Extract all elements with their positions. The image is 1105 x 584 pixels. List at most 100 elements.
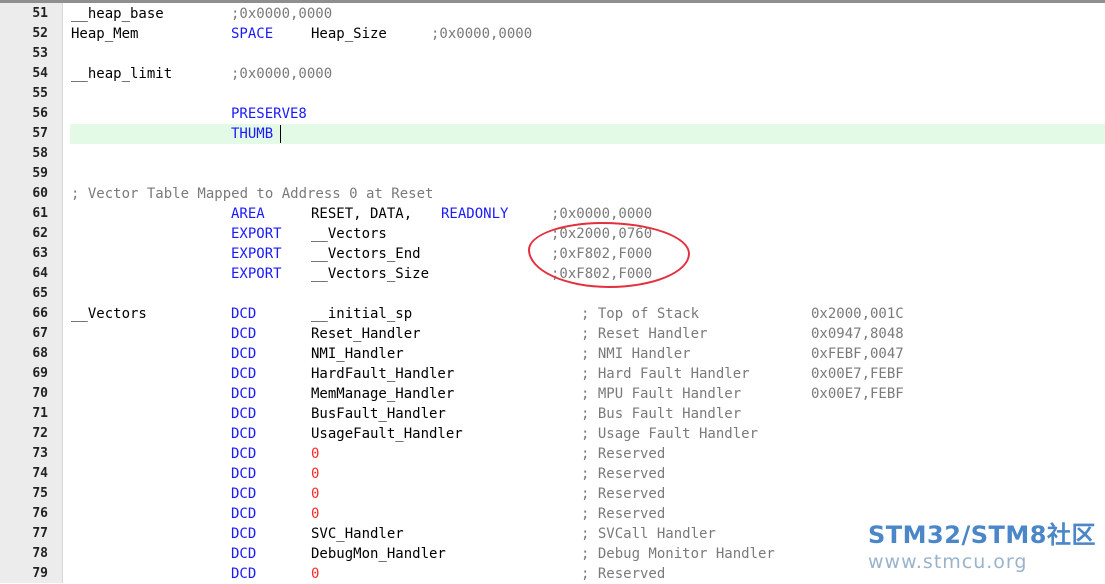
code-keyword: AREA <box>231 206 265 222</box>
code-identifier: SVC_Handler <box>311 526 404 542</box>
code-line[interactable]: 51 __heap_base ;0x0000,0000 <box>0 4 1105 24</box>
line-number: 67 <box>32 326 48 341</box>
code-line[interactable]: 64 EXPORT __Vectors_Size ;0xF802,F000 <box>0 264 1105 284</box>
line-number: 68 <box>32 346 48 361</box>
code-keyword: DCD <box>231 366 257 382</box>
code-line[interactable]: 73 DCD 0 ; Reserved <box>0 444 1105 464</box>
code-keyword: DCD <box>231 546 257 562</box>
code-line[interactable]: 58 <box>0 144 1105 164</box>
code-identifier: DebugMon_Handler <box>311 546 446 562</box>
line-number: 52 <box>32 26 48 41</box>
code-line[interactable]: 52 Heap_Mem SPACE Heap_Size ;0x0000,0000 <box>0 24 1105 44</box>
code-identifier: __heap_limit <box>71 66 173 82</box>
code-line[interactable]: 66 __Vectors DCD __initial_sp ; Top of Stack… <box>0 304 1105 324</box>
code-comment: ;0xF802,F000 <box>551 246 653 262</box>
code-keyword: EXPORT <box>231 266 282 282</box>
line-number: 59 <box>32 166 48 181</box>
code-keyword: DCD <box>231 526 257 542</box>
code-line[interactable]: 65 <box>0 284 1105 304</box>
code-line[interactable]: 69 DCD HardFault_Handler ; Hard Fault Handl… <box>0 364 1105 384</box>
code-comment: ;0x0000,0000 <box>231 66 333 82</box>
code-line[interactable]: 70 DCD MemManage_Handler ; MPU Fault Handle… <box>0 384 1105 404</box>
line-number: 61 <box>32 206 48 221</box>
code-editor[interactable]: 51 __heap_base ;0x0000,0000 52 Heap_Mem SPACE… <box>0 3 1105 583</box>
line-number: 70 <box>32 386 48 401</box>
code-identifier: RESET, DATA, <box>311 206 413 222</box>
code-number: 0 <box>311 566 320 582</box>
code-identifier: __Vectors <box>71 306 147 322</box>
code-identifier: MemManage_Handler <box>311 386 455 402</box>
line-number: 51 <box>32 6 48 21</box>
code-identifier: __Vectors <box>311 226 387 242</box>
code-identifier: BusFault_Handler <box>311 406 446 422</box>
code-comment: ; Debug Monitor Handler <box>581 546 775 562</box>
code-comment: 0x00E7,FEBF <box>811 386 904 402</box>
line-number: 56 <box>32 106 48 121</box>
code-identifier: __Vectors_Size <box>311 266 430 282</box>
code-line[interactable]: 67 DCD Reset_Handler ; Reset Handler 0x0947,… <box>0 324 1105 344</box>
code-keyword: DCD <box>231 466 257 482</box>
code-keyword: DCD <box>231 566 257 582</box>
code-line[interactable]: 62 EXPORT __Vectors ;0x2000,0760 <box>0 224 1105 244</box>
code-keyword: DCD <box>231 506 257 522</box>
code-keyword: DCD <box>231 386 257 402</box>
code-identifier: Heap_Mem <box>71 26 139 42</box>
code-keyword: PRESERVE8 <box>231 106 307 122</box>
line-number: 71 <box>32 406 48 421</box>
line-number: 77 <box>32 526 48 541</box>
code-line[interactable]: 55 <box>0 84 1105 104</box>
line-number: 73 <box>32 446 48 461</box>
code-comment: ; Reserved <box>581 486 666 502</box>
code-keyword: DCD <box>231 406 257 422</box>
code-comment: 0xFEBF,0047 <box>811 346 904 362</box>
code-comment: ; Top of Stack <box>581 306 700 322</box>
code-comment: ; Reserved <box>581 466 666 482</box>
code-line[interactable]: 63 EXPORT __Vectors_End ;0xF802,F000 <box>0 244 1105 264</box>
line-number: 58 <box>32 146 48 161</box>
line-number: 75 <box>32 486 48 501</box>
code-identifier: Heap_Size <box>311 26 387 42</box>
code-keyword: READONLY <box>441 206 509 222</box>
code-line-current[interactable]: 57 THUMB <box>0 124 1105 144</box>
code-comment: ; Reserved <box>581 506 666 522</box>
code-keyword: EXPORT <box>231 226 282 242</box>
code-line[interactable]: 68 DCD NMI_Handler ; NMI Handler 0xFEBF,0047 <box>0 344 1105 364</box>
code-line[interactable]: 71 DCD BusFault_Handler ; Bus Fault Handler <box>0 404 1105 424</box>
code-comment: ; Vector Table Mapped to Address 0 at Re… <box>71 186 434 202</box>
code-line[interactable]: 75 DCD 0 ; Reserved <box>0 484 1105 504</box>
code-identifier: UsageFault_Handler <box>311 426 463 442</box>
code-line[interactable]: 74 DCD 0 ; Reserved <box>0 464 1105 484</box>
code-line[interactable]: 72 DCD UsageFault_Handler ; Usage Fault Han… <box>0 424 1105 444</box>
code-line[interactable]: 56 PRESERVE8 <box>0 104 1105 124</box>
code-keyword: EXPORT <box>231 246 282 262</box>
code-comment: ; Usage Fault Handler <box>581 426 759 442</box>
code-comment: ;0x0000,0000 <box>231 6 333 22</box>
code-number: 0 <box>311 506 320 522</box>
line-number: 63 <box>32 246 48 261</box>
code-line[interactable]: 60 ; Vector Table Mapped to Address 0 at … <box>0 184 1105 204</box>
line-number: 69 <box>32 366 48 381</box>
line-number: 55 <box>32 86 48 101</box>
line-number: 72 <box>32 426 48 441</box>
code-comment: ; Reset Handler <box>581 326 708 342</box>
line-number: 53 <box>32 46 48 61</box>
code-identifier: HardFault_Handler <box>311 366 455 382</box>
code-comment: ; SVCall Handler <box>581 526 716 542</box>
code-comment: 0x2000,001C <box>811 306 904 322</box>
line-number: 57 <box>32 126 48 141</box>
code-comment: 0x0947,8048 <box>811 326 904 342</box>
code-number: 0 <box>311 466 320 482</box>
line-number: 76 <box>32 506 48 521</box>
code-keyword: SPACE <box>231 26 274 42</box>
text-cursor <box>280 125 281 143</box>
code-identifier: __Vectors_End <box>311 246 421 262</box>
code-comment: ; Hard Fault Handler <box>581 366 750 382</box>
code-line[interactable]: 53 <box>0 44 1105 64</box>
code-comment: ;0x0000,0000 <box>431 26 533 42</box>
code-comment: ;0x0000,0000 <box>551 206 653 222</box>
code-line[interactable]: 54 __heap_limit ;0x0000,0000 <box>0 64 1105 84</box>
code-comment: ; NMI Handler <box>581 346 691 362</box>
code-identifier: Reset_Handler <box>311 326 421 342</box>
code-line[interactable]: 59 <box>0 164 1105 184</box>
code-line[interactable]: 61 AREA RESET, DATA, READONLY ;0x0000,0000 <box>0 204 1105 224</box>
